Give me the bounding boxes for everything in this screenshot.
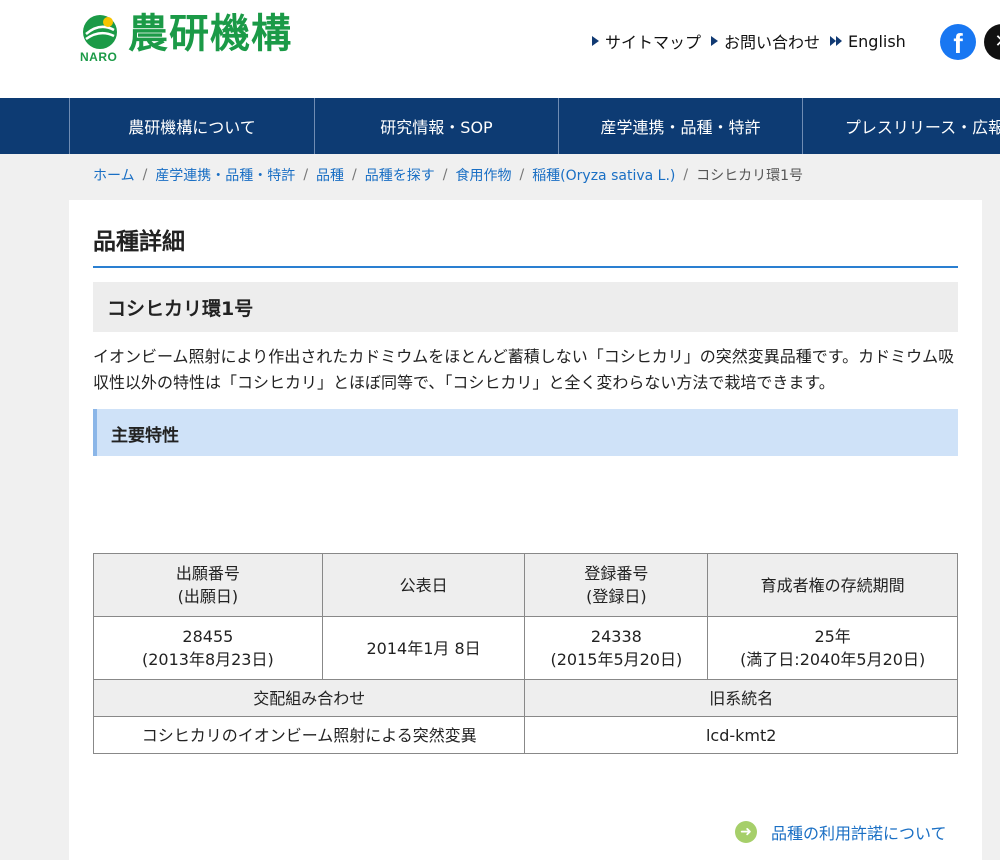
naro-logo[interactable]: 農研機構 NARO [80, 11, 340, 64]
cell-cross-combination: コシヒカリのイオンビーム照射による突然変異 [92, 716, 526, 754]
util-link-contact[interactable]: お問い合わせ [711, 29, 820, 53]
header-publication-date: 公表日 [321, 553, 526, 617]
util-link-label: English [848, 31, 906, 51]
variety-name: コシヒカリ環1号 [107, 298, 254, 320]
cell-line: 25年 [814, 627, 851, 646]
triangle-right-icon [711, 36, 719, 46]
site-header: 農研機構 NARO サイトマップ お問い合わせ English f ✕ [0, 0, 1000, 98]
breadcrumb-separator: / [519, 167, 525, 183]
util-link-english[interactable]: English [830, 32, 906, 51]
license-link-label: 品種の利用許諾について [771, 824, 947, 843]
cell-line: (満了日:2040年5月20日) [740, 650, 926, 669]
header-registration-number: 登録番号 (登録日) [524, 553, 709, 617]
table-row: 28455 (2013年8月23日) 2014年1月 8日 24338 (201… [93, 616, 958, 680]
cell-line: (2015年5月20日) [550, 650, 683, 669]
triangle-right-icon [592, 36, 599, 46]
cell-line: 28455 [182, 627, 234, 646]
cell-old-line-name: lcd-kmt2 [524, 716, 958, 754]
global-nav: 農研機構について 研究情報・SOP 産学連携・品種・特許 プレスリリース・広報 [0, 98, 1000, 154]
header-application-number: 出願番号 (出願日) [93, 553, 323, 617]
utility-nav: サイトマップ お問い合わせ English [592, 28, 916, 54]
logo-text: 農研機構 [128, 11, 292, 57]
header-line: (出願日) [177, 587, 239, 606]
breadcrumb-separator: / [683, 167, 689, 183]
header-line: (登録日) [586, 587, 647, 606]
breadcrumb-separator: / [303, 167, 309, 183]
cell-line: (2013年8月23日) [141, 650, 274, 669]
breadcrumb-collaboration[interactable]: 産学連携・品種・特許 [155, 165, 295, 185]
nav-item-collaboration[interactable]: 産学連携・品種・特許 [558, 98, 802, 154]
feature-heading-box: 主要特性 [93, 409, 958, 456]
title-divider [93, 266, 958, 268]
header-line: 公表日 [399, 575, 448, 595]
table-row: コシヒカリのイオンビーム照射による突然変異 lcd-kmt2 [92, 716, 958, 754]
feature-heading: 主要特性 [111, 426, 179, 446]
license-link[interactable]: ➜ 品種の利用許諾について [735, 820, 947, 844]
breadcrumb-separator: / [442, 167, 448, 183]
nav-item-press[interactable]: プレスリリース・広報 [802, 98, 1000, 154]
logo-sub-text: NARO [80, 50, 118, 64]
util-link-label: サイトマップ [605, 33, 702, 52]
table-header-row: 出願番号 (出願日) 公表日 登録番号 (登録日) 育成者権の存続期間 [93, 553, 958, 617]
arrow-right-circle-icon: ➜ [735, 821, 757, 843]
header-line: 登録番号 [584, 564, 649, 583]
facebook-icon[interactable]: f [940, 24, 976, 60]
double-triangle-right-icon [830, 36, 843, 46]
breadcrumb-current: コシヒカリ環1号 [696, 168, 804, 184]
breadcrumb-food-crops[interactable]: 食用作物 [455, 165, 511, 185]
table-header-row: 交配組み合わせ 旧系統名 [92, 679, 958, 717]
cell-line: 2014年1月 8日 [366, 638, 481, 658]
header-cross-combination: 交配組み合わせ [92, 679, 526, 717]
nav-item-about[interactable]: 農研機構について [69, 98, 314, 154]
naro-leaf-icon [83, 15, 117, 49]
header-old-line-name: 旧系統名 [524, 679, 958, 717]
header-line: 育成者権の存続期間 [760, 575, 905, 595]
variety-info-table: 出願番号 (出願日) 公表日 登録番号 (登録日) 育成者権の存続期間 2845… [92, 553, 958, 754]
cell-registration-number: 24338 (2015年5月20日) [524, 616, 709, 680]
header-line: 出願番号 [175, 564, 240, 583]
header-breeder-rights-period: 育成者権の存続期間 [707, 553, 958, 617]
cell-application-number: 28455 (2013年8月23日) [93, 616, 323, 680]
breadcrumb-search-varieties[interactable]: 品種を探す [365, 165, 435, 185]
cell-publication-date: 2014年1月 8日 [321, 616, 526, 680]
variety-description: イオンビーム照射により作出されたカドミウムをほとんど蓄積しない「コシヒカリ」の突… [93, 347, 955, 392]
breadcrumb-varieties[interactable]: 品種 [316, 165, 344, 185]
util-link-label: お問い合わせ [724, 33, 821, 52]
breadcrumb-home[interactable]: ホーム [93, 165, 135, 185]
breadcrumb-rice[interactable]: 稲種(Oryza sativa L.) [532, 165, 675, 185]
cell-line: 24338 [590, 627, 642, 646]
variety-name-box: コシヒカリ環1号 [93, 282, 958, 332]
breadcrumb: ホーム / 産学連携・品種・特許 / 品種 / 品種を探す / 食用作物 / 稲… [93, 164, 803, 186]
breadcrumb-separator: / [142, 167, 148, 183]
breadcrumb-separator: / [352, 167, 357, 183]
x-icon[interactable]: ✕ [984, 24, 1000, 60]
util-link-sitemap[interactable]: サイトマップ [592, 29, 701, 53]
nav-item-research[interactable]: 研究情報・SOP [314, 98, 558, 154]
page-title: 品種詳細 [93, 229, 185, 255]
cell-breeder-rights-period: 25年 (満了日:2040年5月20日) [707, 616, 958, 680]
